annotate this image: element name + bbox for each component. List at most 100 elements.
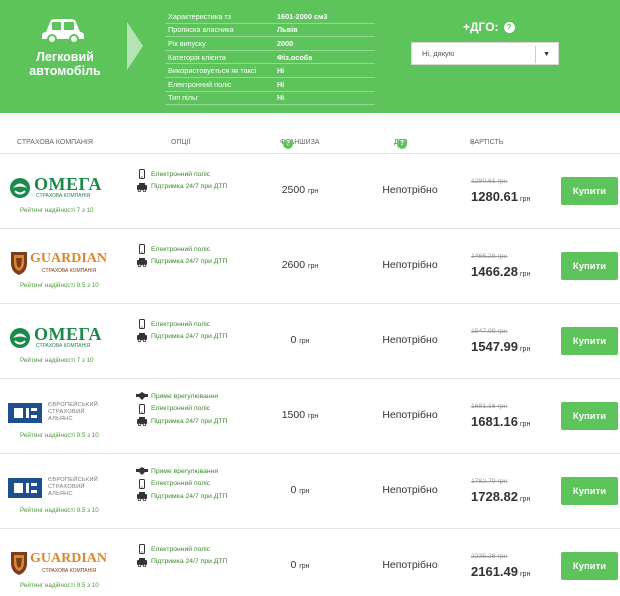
param-row[interactable]: Використовується як таксі Ні xyxy=(165,64,375,78)
franchise-value: 2500 грн xyxy=(260,184,340,196)
buy-button[interactable]: Купити xyxy=(561,402,618,430)
car-crash-icon xyxy=(136,491,148,502)
param-value: Ні xyxy=(277,93,285,103)
dgo-value: Непотрібно xyxy=(382,259,438,271)
offer-row: GUARDIAN СТРАХОВА КОМПАНІЯ Рейтинг надійно… xyxy=(0,228,620,303)
buy-button[interactable]: Купити xyxy=(561,477,618,505)
select-divider xyxy=(535,46,536,63)
buy-button[interactable]: Купити xyxy=(561,552,618,580)
car-crash-icon xyxy=(136,332,148,342)
price-currency: грн xyxy=(520,421,531,428)
option-item: Пряме врегулювання xyxy=(136,465,227,478)
option-item: Електронний поліс xyxy=(136,243,227,256)
price-amount: 1466.28 xyxy=(471,264,518,279)
help-icon[interactable]: ? xyxy=(283,139,293,149)
option-label: Підтримка 24/7 при ДТП xyxy=(151,492,228,500)
franchise-amount: 2600 xyxy=(281,259,306,271)
price-amount: 2161.49 xyxy=(471,564,518,579)
vehicle-type-title: Легковий автомобіль xyxy=(29,50,101,78)
option-item: Підтримка 24/7 при ДТП xyxy=(136,556,227,569)
dgo-select-value: Ні, дякую xyxy=(422,49,455,58)
param-row[interactable]: Тип пільг Ні xyxy=(165,92,375,106)
option-item: Підтримка 24/7 при ДТП xyxy=(136,256,227,269)
reliability-rating: Рейтинг надійності 9.5 з 10 xyxy=(20,282,99,289)
car-crash-icon xyxy=(136,557,148,567)
company-logo[interactable]: GUARDIAN СТРАХОВА КОМПАНІЯ xyxy=(8,549,107,577)
option-label: Електронний поліс xyxy=(151,170,211,178)
param-row[interactable]: Прописка власника Львів xyxy=(165,24,375,38)
dgo-title-label: +ДГО: xyxy=(463,20,499,34)
chevron-down-icon[interactable]: ▼ xyxy=(543,51,550,58)
phone-icon xyxy=(136,403,148,414)
options-list: Електронний поліс Підтримка 24/7 при ДТП xyxy=(136,243,227,268)
vehicle-type-block: Легковий автомобіль xyxy=(0,0,130,113)
franchise-currency: грн xyxy=(307,413,319,420)
option-label: Електронний поліс xyxy=(151,405,211,413)
franchise-currency: грн xyxy=(307,188,319,195)
sort-arrow-icon[interactable]: ↑ xyxy=(470,139,474,148)
option-item: Пряме врегулювання xyxy=(136,390,227,403)
param-value: Львів xyxy=(277,25,298,35)
old-price: 1280.61 грн xyxy=(471,178,508,185)
filter-header: Легковий автомобіль Характеристика тз 160… xyxy=(0,0,620,113)
param-label: Характеристика тз xyxy=(168,11,231,21)
buy-button[interactable]: Купити xyxy=(561,327,618,355)
option-item: Електронний поліс xyxy=(136,403,227,416)
buy-button[interactable]: Купити xyxy=(561,252,618,280)
table-header: СТРАХОВА КОМПАНІЯ ОПЦІЇ ФРАНШИЗА? ДГО? В… xyxy=(0,139,620,153)
dgo-value: Непотрібно xyxy=(382,559,438,571)
price: 1728.82 грн xyxy=(471,489,530,504)
phone-icon xyxy=(136,319,148,330)
price: 1547.99 грн xyxy=(471,339,530,354)
franchise-amount: 0 xyxy=(290,484,297,496)
handshake-icon xyxy=(136,466,148,476)
param-value: Ні xyxy=(277,66,285,76)
company-logo[interactable]: GUARDIAN СТРАХОВА КОМПАНІЯ xyxy=(8,249,107,277)
offer-row: ЄВРОПЕЙСЬКИЙ СТРАХОВИЙ АЛЬЯНС Рейтинг над… xyxy=(0,378,620,453)
param-label: Використовується як таксі xyxy=(168,66,257,76)
dgo-value: Непотрібно xyxy=(382,409,438,421)
option-item: Електронний поліс xyxy=(136,543,227,556)
company-logo[interactable]: ЄВРОПЕЙСЬКИЙ СТРАХОВИЙ АЛЬЯНС xyxy=(8,474,104,502)
price-amount: 1547.99 xyxy=(471,339,518,354)
help-icon[interactable]: ? xyxy=(503,21,515,33)
old-price: 1466.28 грн xyxy=(471,253,508,260)
logo-text: ОМЕГА xyxy=(34,174,102,194)
phone-icon xyxy=(136,544,148,555)
franchise-currency: грн xyxy=(299,563,310,570)
dgo-value: Непотрібно xyxy=(382,184,438,196)
buy-button[interactable]: Купити xyxy=(561,177,618,205)
option-label: Пряме врегулювання xyxy=(151,392,219,400)
params-list: Характеристика тз 1601-2000 см3 Прописка … xyxy=(165,10,375,106)
option-label: Електронний поліс xyxy=(151,480,211,488)
options-list: Електронний поліс Підтримка 24/7 при ДТП xyxy=(136,543,227,568)
dgo-title: +ДГО: ? xyxy=(463,20,515,34)
param-value: 1601-2000 см3 xyxy=(277,11,328,21)
old-price: 1782.79 грн xyxy=(471,478,508,485)
logo-text: ЄВРОПЕЙСЬКИЙ СТРАХОВИЙ АЛЬЯНС xyxy=(48,477,99,497)
company-logo[interactable]: ЄВРОПЕЙСЬКИЙ СТРАХОВИЙ АЛЬЯНС xyxy=(8,399,104,427)
param-row[interactable]: Електронний поліс Ні xyxy=(165,78,375,92)
company-logo[interactable]: ОМЕГА СТРАХОВА КОМПАНІЯ xyxy=(8,324,104,352)
param-row[interactable]: Рік випуску 2000 xyxy=(165,37,375,51)
dgo-value: Непотрібно xyxy=(382,334,438,346)
reliability-rating: Рейтинг надійності 7 з 10 xyxy=(20,207,94,214)
car-crash-icon xyxy=(136,416,148,427)
company-logo[interactable]: ОМЕГА СТРАХОВА КОМПАНІЯ xyxy=(8,174,104,202)
option-item: Підтримка 24/7 при ДТП xyxy=(136,490,227,503)
option-item: Підтримка 24/7 при ДТП xyxy=(136,181,227,194)
option-label: Електронний поліс xyxy=(151,245,211,253)
param-label: Рік випуску xyxy=(168,38,206,48)
param-row[interactable]: Характеристика тз 1601-2000 см3 xyxy=(165,10,375,24)
option-label: Підтримка 24/7 при ДТП xyxy=(151,258,228,266)
franchise-value: 0 грн xyxy=(260,559,340,571)
dgo-select[interactable]: Ні, дякую ▼ xyxy=(411,42,559,65)
franchise-currency: грн xyxy=(299,338,310,345)
help-icon[interactable]: ? xyxy=(397,139,407,149)
param-label: Прописка власника xyxy=(168,25,234,35)
logo-subtext: СТРАХОВА КОМПАНІЯ xyxy=(36,193,91,199)
param-value: 2000 xyxy=(277,38,294,48)
price: 2161.49 грн xyxy=(471,564,530,579)
franchise-currency: грн xyxy=(307,263,319,270)
param-row[interactable]: Категорія клієнта Фіз.особа xyxy=(165,51,375,65)
